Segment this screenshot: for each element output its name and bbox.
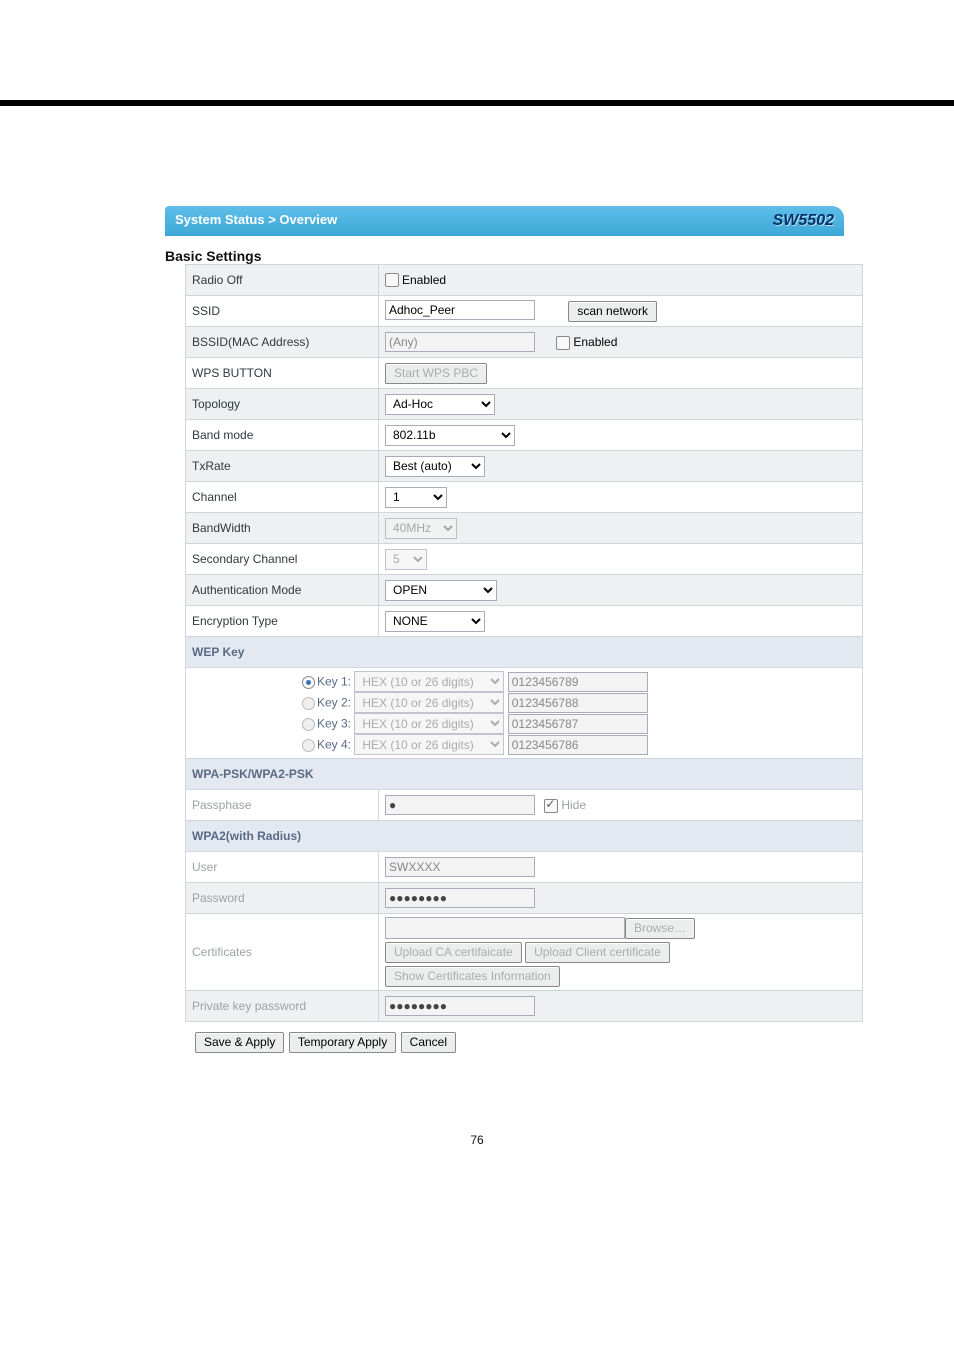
passphase-input bbox=[385, 795, 535, 815]
wep-key2-radio bbox=[302, 697, 315, 710]
encryption-label: Encryption Type bbox=[186, 606, 379, 637]
private-key-password-input bbox=[385, 996, 535, 1016]
auth-mode-select[interactable]: OPEN bbox=[385, 580, 497, 601]
topology-label: Topology bbox=[186, 389, 379, 420]
wep-key4-value bbox=[508, 735, 648, 755]
private-key-password-label: Private key password bbox=[186, 991, 379, 1022]
topology-select[interactable]: Ad-Hoc bbox=[385, 394, 495, 415]
wep-section-header: WEP Key bbox=[186, 637, 863, 668]
wps-label: WPS BUTTON bbox=[186, 358, 379, 389]
radio-off-label: Radio Off bbox=[186, 265, 379, 296]
brand-label: SW5502 bbox=[773, 212, 834, 230]
bssid-enable-checkbox[interactable] bbox=[556, 336, 570, 350]
scan-network-button[interactable]: scan network bbox=[568, 301, 657, 322]
txrate-select[interactable]: Best (auto) bbox=[385, 456, 485, 477]
page-number: 76 bbox=[0, 1133, 954, 1147]
wep-key3-format: HEX (10 or 26 digits) bbox=[354, 713, 504, 734]
secondary-channel-label: Secondary Channel bbox=[186, 544, 379, 575]
passphase-label: Passphase bbox=[186, 790, 379, 821]
user-label: User bbox=[186, 852, 379, 883]
bssid-input bbox=[385, 332, 535, 352]
wep-key1-label: Key 1: bbox=[317, 675, 351, 689]
bssid-label: BSSID(MAC Address) bbox=[186, 327, 379, 358]
wpapsk-section-header: WPA-PSK/WPA2-PSK bbox=[186, 759, 863, 790]
ssid-label: SSID bbox=[186, 296, 379, 327]
radio-off-checkbox[interactable] bbox=[385, 273, 399, 287]
basic-settings-title: Basic Settings bbox=[165, 248, 844, 264]
wep-key4-format: HEX (10 or 26 digits) bbox=[354, 734, 504, 755]
upload-ca-button: Upload CA certifaicate bbox=[385, 942, 522, 963]
user-input bbox=[385, 857, 535, 877]
passphase-hide-checkbox bbox=[544, 799, 558, 813]
wep-key3-label: Key 3: bbox=[317, 717, 351, 731]
bssid-enable-label: Enabled bbox=[573, 335, 617, 349]
wep-key2-format: HEX (10 or 26 digits) bbox=[354, 692, 504, 713]
browse-button: Browse… bbox=[625, 918, 695, 939]
cancel-button[interactable]: Cancel bbox=[401, 1032, 456, 1053]
password-label: Password bbox=[186, 883, 379, 914]
wep-key2-value bbox=[508, 693, 648, 713]
txrate-label: TxRate bbox=[186, 451, 379, 482]
encryption-select[interactable]: NONE bbox=[385, 611, 485, 632]
password-input bbox=[385, 888, 535, 908]
band-mode-select[interactable]: 802.11b bbox=[385, 425, 515, 446]
upload-client-button: Upload Client certificate bbox=[525, 942, 670, 963]
wep-key3-value bbox=[508, 714, 648, 734]
breadcrumb: System Status > Overview bbox=[175, 212, 337, 230]
wpa2radius-section-header: WPA2(with Radius) bbox=[186, 821, 863, 852]
channel-label: Channel bbox=[186, 482, 379, 513]
radio-off-checkbox-label: Enabled bbox=[402, 273, 446, 287]
wep-key1-radio[interactable] bbox=[302, 676, 315, 689]
secondary-channel-select: 5 bbox=[385, 549, 427, 570]
band-mode-label: Band mode bbox=[186, 420, 379, 451]
certificates-label: Certificates bbox=[186, 914, 379, 991]
wep-key4-label: Key 4: bbox=[317, 738, 351, 752]
bandwidth-label: BandWidth bbox=[186, 513, 379, 544]
channel-select[interactable]: 1 bbox=[385, 487, 447, 508]
show-certs-button: Show Certificates Information bbox=[385, 966, 560, 987]
ssid-input[interactable] bbox=[385, 300, 535, 320]
save-apply-button[interactable]: Save & Apply bbox=[195, 1032, 284, 1053]
wep-key1-value bbox=[508, 672, 648, 692]
bandwidth-select: 40MHz bbox=[385, 518, 457, 539]
wep-key3-radio bbox=[302, 718, 315, 731]
temporary-apply-button[interactable]: Temporary Apply bbox=[289, 1032, 396, 1053]
wep-key4-radio bbox=[302, 739, 315, 752]
wep-key2-label: Key 2: bbox=[317, 696, 351, 710]
certificate-path-input bbox=[385, 917, 625, 939]
wps-start-button: Start WPS PBC bbox=[385, 363, 487, 384]
page-header: System Status > Overview SW5502 bbox=[165, 206, 844, 236]
wep-key1-format: HEX (10 or 26 digits) bbox=[354, 671, 504, 692]
auth-mode-label: Authentication Mode bbox=[186, 575, 379, 606]
passphase-hide-label: Hide bbox=[561, 798, 586, 812]
